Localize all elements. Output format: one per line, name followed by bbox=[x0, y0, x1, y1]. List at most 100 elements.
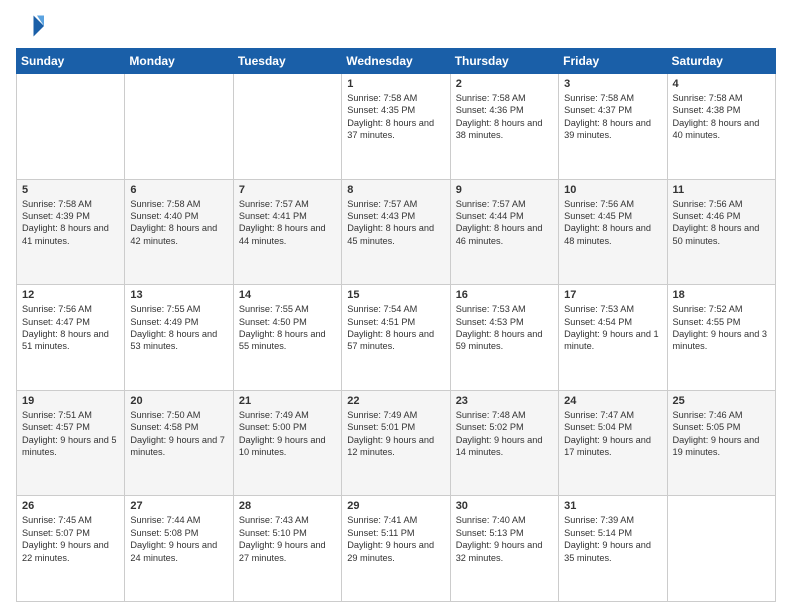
day-cell: 5 Sunrise: 7:58 AM Sunset: 4:39 PM Daylig… bbox=[17, 179, 125, 285]
day-cell: 10 Sunrise: 7:56 AM Sunset: 4:45 PM Dayli… bbox=[559, 179, 667, 285]
day-info: Sunrise: 7:46 AM Sunset: 5:05 PM Dayligh… bbox=[673, 409, 770, 459]
day-info: Sunrise: 7:58 AM Sunset: 4:37 PM Dayligh… bbox=[564, 92, 661, 142]
weekday-header-sunday: Sunday bbox=[17, 49, 125, 74]
day-info: Sunrise: 7:55 AM Sunset: 4:50 PM Dayligh… bbox=[239, 303, 336, 353]
day-info: Sunrise: 7:54 AM Sunset: 4:51 PM Dayligh… bbox=[347, 303, 444, 353]
day-cell bbox=[17, 74, 125, 180]
day-cell: 8 Sunrise: 7:57 AM Sunset: 4:43 PM Daylig… bbox=[342, 179, 450, 285]
day-info: Sunrise: 7:58 AM Sunset: 4:39 PM Dayligh… bbox=[22, 198, 119, 248]
day-cell: 16Sunrise: 7:53 AM Sunset: 4:53 PM Dayli… bbox=[450, 285, 558, 391]
day-info: Sunrise: 7:57 AM Sunset: 4:43 PM Dayligh… bbox=[347, 198, 444, 248]
day-number: 18 bbox=[673, 289, 770, 301]
day-cell: 11Sunrise: 7:56 AM Sunset: 4:46 PM Dayli… bbox=[667, 179, 775, 285]
day-cell: 20 Sunrise: 7:50 AM Sunset: 4:58 PM Dayli… bbox=[125, 390, 233, 496]
day-info: Sunrise: 7:53 AM Sunset: 4:53 PM Dayligh… bbox=[456, 303, 553, 353]
day-info: Sunrise: 7:47 AM Sunset: 5:04 PM Dayligh… bbox=[564, 409, 661, 459]
day-cell: 21Sunrise: 7:49 AM Sunset: 5:00 PM Dayli… bbox=[233, 390, 341, 496]
week-row-5: 26 Sunrise: 7:45 AM Sunset: 5:07 PM Dayli… bbox=[17, 496, 776, 602]
day-number: 30 bbox=[456, 500, 553, 512]
week-row-4: 19Sunrise: 7:51 AM Sunset: 4:57 PM Dayli… bbox=[17, 390, 776, 496]
day-number: 15 bbox=[347, 289, 444, 301]
day-info: Sunrise: 7:45 AM Sunset: 5:07 PM Dayligh… bbox=[22, 514, 119, 564]
day-number: 1 bbox=[347, 78, 444, 90]
day-cell: 19Sunrise: 7:51 AM Sunset: 4:57 PM Dayli… bbox=[17, 390, 125, 496]
day-number: 9 bbox=[456, 184, 553, 196]
day-info: Sunrise: 7:56 AM Sunset: 4:47 PM Dayligh… bbox=[22, 303, 119, 353]
logo-icon bbox=[16, 12, 44, 40]
day-number: 12 bbox=[22, 289, 119, 301]
weekday-header-saturday: Saturday bbox=[667, 49, 775, 74]
week-row-3: 12 Sunrise: 7:56 AM Sunset: 4:47 PM Dayli… bbox=[17, 285, 776, 391]
day-cell: 1 Sunrise: 7:58 AM Sunset: 4:35 PM Daylig… bbox=[342, 74, 450, 180]
day-number: 31 bbox=[564, 500, 661, 512]
day-number: 10 bbox=[564, 184, 661, 196]
day-cell: 30 Sunrise: 7:40 AM Sunset: 5:13 PM Dayli… bbox=[450, 496, 558, 602]
day-info: Sunrise: 7:44 AM Sunset: 5:08 PM Dayligh… bbox=[130, 514, 227, 564]
weekday-header-wednesday: Wednesday bbox=[342, 49, 450, 74]
weekday-header-monday: Monday bbox=[125, 49, 233, 74]
day-cell: 27Sunrise: 7:44 AM Sunset: 5:08 PM Dayli… bbox=[125, 496, 233, 602]
day-cell: 17Sunrise: 7:53 AM Sunset: 4:54 PM Dayli… bbox=[559, 285, 667, 391]
page: SundayMondayTuesdayWednesdayThursdayFrid… bbox=[0, 0, 792, 612]
logo bbox=[16, 12, 48, 40]
week-row-2: 5 Sunrise: 7:58 AM Sunset: 4:39 PM Daylig… bbox=[17, 179, 776, 285]
day-info: Sunrise: 7:57 AM Sunset: 4:41 PM Dayligh… bbox=[239, 198, 336, 248]
day-info: Sunrise: 7:39 AM Sunset: 5:14 PM Dayligh… bbox=[564, 514, 661, 564]
day-cell: 31 Sunrise: 7:39 AM Sunset: 5:14 PM Dayli… bbox=[559, 496, 667, 602]
day-info: Sunrise: 7:43 AM Sunset: 5:10 PM Dayligh… bbox=[239, 514, 336, 564]
day-info: Sunrise: 7:57 AM Sunset: 4:44 PM Dayligh… bbox=[456, 198, 553, 248]
day-cell: 28 Sunrise: 7:43 AM Sunset: 5:10 PM Dayli… bbox=[233, 496, 341, 602]
weekday-header-friday: Friday bbox=[559, 49, 667, 74]
day-number: 29 bbox=[347, 500, 444, 512]
day-cell: 29 Sunrise: 7:41 AM Sunset: 5:11 PM Dayli… bbox=[342, 496, 450, 602]
day-cell: 12 Sunrise: 7:56 AM Sunset: 4:47 PM Dayli… bbox=[17, 285, 125, 391]
weekday-header-tuesday: Tuesday bbox=[233, 49, 341, 74]
weekday-header-thursday: Thursday bbox=[450, 49, 558, 74]
day-cell: 26 Sunrise: 7:45 AM Sunset: 5:07 PM Dayli… bbox=[17, 496, 125, 602]
day-cell: 4 Sunrise: 7:58 AM Sunset: 4:38 PM Daylig… bbox=[667, 74, 775, 180]
day-number: 5 bbox=[22, 184, 119, 196]
day-info: Sunrise: 7:50 AM Sunset: 4:58 PM Dayligh… bbox=[130, 409, 227, 459]
day-number: 25 bbox=[673, 395, 770, 407]
weekday-header-row: SundayMondayTuesdayWednesdayThursdayFrid… bbox=[17, 49, 776, 74]
day-info: Sunrise: 7:40 AM Sunset: 5:13 PM Dayligh… bbox=[456, 514, 553, 564]
day-number: 8 bbox=[347, 184, 444, 196]
day-cell: 2 Sunrise: 7:58 AM Sunset: 4:36 PM Daylig… bbox=[450, 74, 558, 180]
day-number: 19 bbox=[22, 395, 119, 407]
day-info: Sunrise: 7:52 AM Sunset: 4:55 PM Dayligh… bbox=[673, 303, 770, 353]
day-number: 3 bbox=[564, 78, 661, 90]
day-number: 7 bbox=[239, 184, 336, 196]
day-info: Sunrise: 7:58 AM Sunset: 4:38 PM Dayligh… bbox=[673, 92, 770, 142]
day-number: 20 bbox=[130, 395, 227, 407]
day-info: Sunrise: 7:55 AM Sunset: 4:49 PM Dayligh… bbox=[130, 303, 227, 353]
day-cell: 22Sunrise: 7:49 AM Sunset: 5:01 PM Dayli… bbox=[342, 390, 450, 496]
day-cell: 15 Sunrise: 7:54 AM Sunset: 4:51 PM Dayli… bbox=[342, 285, 450, 391]
day-info: Sunrise: 7:58 AM Sunset: 4:36 PM Dayligh… bbox=[456, 92, 553, 142]
day-cell: 6 Sunrise: 7:58 AM Sunset: 4:40 PM Daylig… bbox=[125, 179, 233, 285]
day-cell: 13 Sunrise: 7:55 AM Sunset: 4:49 PM Dayli… bbox=[125, 285, 233, 391]
day-cell: 3 Sunrise: 7:58 AM Sunset: 4:37 PM Daylig… bbox=[559, 74, 667, 180]
day-cell bbox=[233, 74, 341, 180]
header bbox=[16, 12, 776, 40]
day-info: Sunrise: 7:56 AM Sunset: 4:45 PM Dayligh… bbox=[564, 198, 661, 248]
day-number: 28 bbox=[239, 500, 336, 512]
day-info: Sunrise: 7:58 AM Sunset: 4:40 PM Dayligh… bbox=[130, 198, 227, 248]
day-number: 14 bbox=[239, 289, 336, 301]
day-cell bbox=[125, 74, 233, 180]
day-number: 22 bbox=[347, 395, 444, 407]
day-number: 2 bbox=[456, 78, 553, 90]
day-info: Sunrise: 7:41 AM Sunset: 5:11 PM Dayligh… bbox=[347, 514, 444, 564]
day-number: 26 bbox=[22, 500, 119, 512]
day-cell: 25 Sunrise: 7:46 AM Sunset: 5:05 PM Dayli… bbox=[667, 390, 775, 496]
day-cell: 24Sunrise: 7:47 AM Sunset: 5:04 PM Dayli… bbox=[559, 390, 667, 496]
day-info: Sunrise: 7:58 AM Sunset: 4:35 PM Dayligh… bbox=[347, 92, 444, 142]
day-info: Sunrise: 7:53 AM Sunset: 4:54 PM Dayligh… bbox=[564, 303, 661, 353]
day-number: 6 bbox=[130, 184, 227, 196]
day-info: Sunrise: 7:56 AM Sunset: 4:46 PM Dayligh… bbox=[673, 198, 770, 248]
day-number: 4 bbox=[673, 78, 770, 90]
day-cell: 9 Sunrise: 7:57 AM Sunset: 4:44 PM Daylig… bbox=[450, 179, 558, 285]
day-cell: 18 Sunrise: 7:52 AM Sunset: 4:55 PM Dayli… bbox=[667, 285, 775, 391]
day-number: 13 bbox=[130, 289, 227, 301]
day-number: 21 bbox=[239, 395, 336, 407]
day-cell: 23Sunrise: 7:48 AM Sunset: 5:02 PM Dayli… bbox=[450, 390, 558, 496]
